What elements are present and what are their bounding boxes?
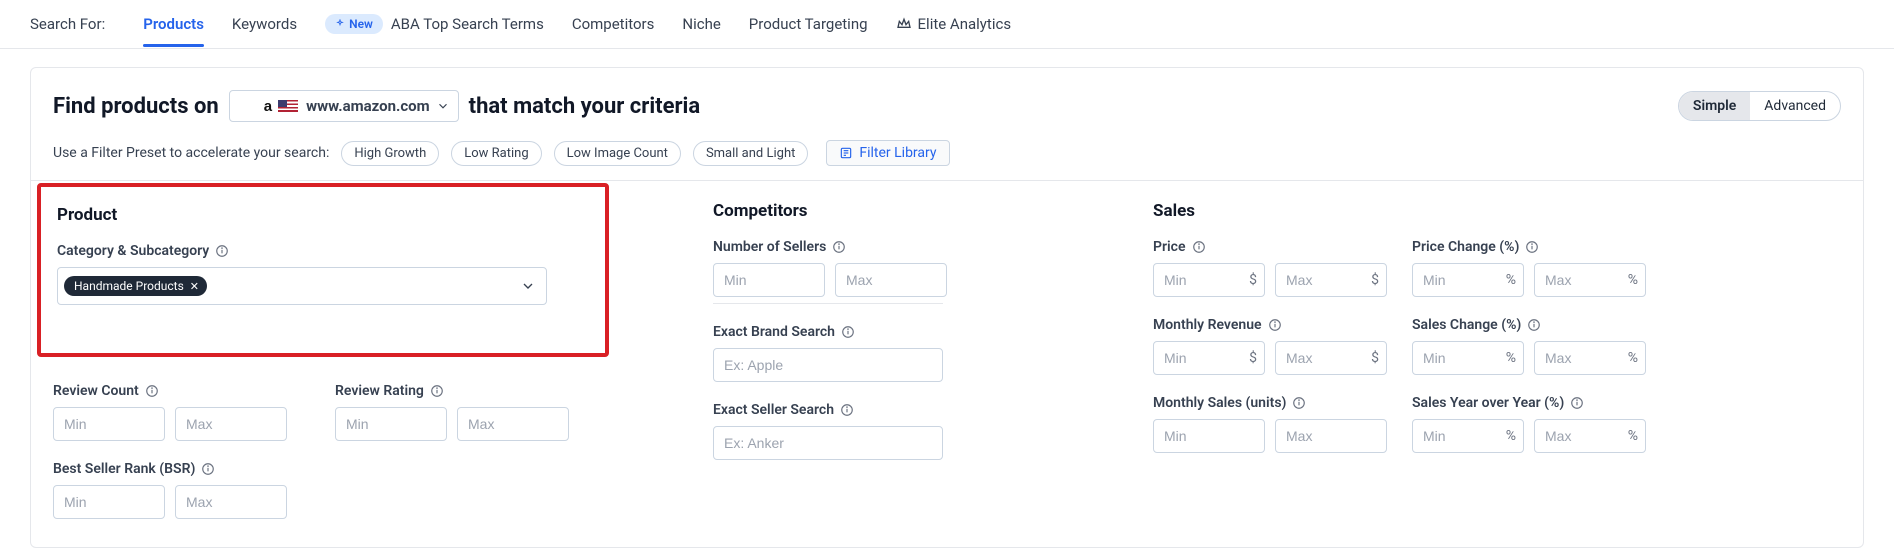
sales-section-title: Sales bbox=[1153, 201, 1493, 221]
price-label: Price bbox=[1153, 239, 1186, 255]
monthly-revenue-max[interactable] bbox=[1275, 341, 1387, 375]
filter-library-button[interactable]: Filter Library bbox=[826, 140, 949, 166]
chevron-down-icon bbox=[436, 99, 450, 113]
info-icon[interactable] bbox=[1292, 396, 1306, 410]
mode-switch: Simple Advanced bbox=[1678, 91, 1841, 121]
info-icon[interactable] bbox=[840, 403, 854, 417]
monthly-sales-min[interactable] bbox=[1153, 419, 1265, 453]
sales-change-max[interactable] bbox=[1534, 341, 1646, 375]
price-change-label: Price Change (%) bbox=[1412, 239, 1519, 255]
tab-keywords[interactable]: Keywords bbox=[232, 15, 297, 47]
tab-aba-label: ABA Top Search Terms bbox=[391, 15, 544, 33]
sales-yoy-label: Sales Year over Year (%) bbox=[1412, 395, 1564, 411]
search-for-label: Search For: bbox=[30, 15, 105, 47]
filters-grid: Product Category & Subcategory Handmade … bbox=[53, 181, 1841, 539]
review-rating-min[interactable] bbox=[335, 407, 447, 441]
info-icon[interactable] bbox=[430, 384, 444, 398]
tab-elite-label: Elite Analytics bbox=[918, 15, 1012, 33]
bsr-label: Best Seller Rank (BSR) bbox=[53, 461, 195, 477]
price-min[interactable] bbox=[1153, 263, 1265, 297]
category-tag: Handmade Products ✕ bbox=[64, 276, 207, 296]
sparkle-icon bbox=[335, 19, 345, 29]
crown-icon bbox=[896, 16, 912, 32]
filters-panel: Find products on a www.amazon.com that m… bbox=[30, 67, 1864, 548]
bsr-max[interactable] bbox=[175, 485, 287, 519]
title-pre: Find products on bbox=[53, 94, 219, 119]
info-icon[interactable] bbox=[841, 325, 855, 339]
category-label: Category & Subcategory bbox=[57, 243, 209, 259]
review-count-label: Review Count bbox=[53, 383, 139, 399]
exact-brand-input[interactable] bbox=[713, 348, 943, 382]
info-icon[interactable] bbox=[832, 240, 846, 254]
info-icon[interactable] bbox=[1192, 240, 1206, 254]
mode-advanced[interactable]: Advanced bbox=[1750, 92, 1840, 120]
num-sellers-min[interactable] bbox=[713, 263, 825, 297]
monthly-revenue-min[interactable] bbox=[1153, 341, 1265, 375]
preset-label: Use a Filter Preset to accelerate your s… bbox=[53, 145, 329, 161]
monthly-sales-label: Monthly Sales (units) bbox=[1153, 395, 1286, 411]
sales-change-min[interactable] bbox=[1412, 341, 1524, 375]
info-icon[interactable] bbox=[215, 244, 229, 258]
num-sellers-max[interactable] bbox=[835, 263, 947, 297]
category-select[interactable]: Handmade Products ✕ bbox=[57, 267, 547, 305]
chevron-down-icon bbox=[520, 278, 536, 294]
category-tag-label: Handmade Products bbox=[74, 279, 184, 293]
monthly-sales-max[interactable] bbox=[1275, 419, 1387, 453]
info-icon[interactable] bbox=[1570, 396, 1584, 410]
preset-low-rating[interactable]: Low Rating bbox=[451, 141, 541, 166]
bsr-min[interactable] bbox=[53, 485, 165, 519]
info-icon[interactable] bbox=[145, 384, 159, 398]
exact-seller-label: Exact Seller Search bbox=[713, 402, 834, 418]
competitors-section-title: Competitors bbox=[713, 201, 1033, 221]
preset-row: Use a Filter Preset to accelerate your s… bbox=[53, 140, 1841, 166]
exact-seller-input[interactable] bbox=[713, 426, 943, 460]
sales-yoy-min[interactable] bbox=[1412, 419, 1524, 453]
info-icon[interactable] bbox=[201, 462, 215, 476]
library-icon bbox=[839, 146, 853, 160]
review-count-max[interactable] bbox=[175, 407, 287, 441]
preset-low-image-count[interactable]: Low Image Count bbox=[554, 141, 681, 166]
review-rating-max[interactable] bbox=[457, 407, 569, 441]
preset-high-growth[interactable]: High Growth bbox=[341, 141, 439, 166]
tab-product-targeting[interactable]: Product Targeting bbox=[749, 15, 868, 47]
info-icon[interactable] bbox=[1525, 240, 1539, 254]
market-domain: www.amazon.com bbox=[306, 97, 430, 115]
tab-aba-top-search-terms[interactable]: New ABA Top Search Terms bbox=[325, 14, 544, 48]
info-icon[interactable] bbox=[1268, 318, 1282, 332]
sales-column: Sales Price $ $ bbox=[1153, 201, 1493, 539]
tab-elite-analytics[interactable]: Elite Analytics bbox=[896, 15, 1012, 47]
new-badge-text: New bbox=[349, 17, 373, 31]
product-section-title: Product bbox=[57, 205, 589, 225]
divider bbox=[713, 303, 943, 304]
sales-yoy-max[interactable] bbox=[1534, 419, 1646, 453]
review-count-min[interactable] bbox=[53, 407, 165, 441]
product-column: Product Category & Subcategory Handmade … bbox=[53, 201, 593, 539]
search-tabs: Search For: Products Keywords New ABA To… bbox=[0, 0, 1894, 49]
review-rating-label: Review Rating bbox=[335, 383, 424, 399]
info-icon[interactable] bbox=[1527, 318, 1541, 332]
exact-brand-label: Exact Brand Search bbox=[713, 324, 835, 340]
price-change-min[interactable] bbox=[1412, 263, 1524, 297]
page-title: Find products on a www.amazon.com that m… bbox=[53, 90, 700, 122]
new-badge: New bbox=[325, 14, 383, 34]
price-change-max[interactable] bbox=[1534, 263, 1646, 297]
preset-small-and-light[interactable]: Small and Light bbox=[693, 141, 808, 166]
price-max[interactable] bbox=[1275, 263, 1387, 297]
tab-competitors[interactable]: Competitors bbox=[572, 15, 655, 47]
filter-library-label: Filter Library bbox=[859, 145, 936, 161]
num-sellers-label: Number of Sellers bbox=[713, 239, 826, 255]
remove-category-icon[interactable]: ✕ bbox=[190, 280, 199, 293]
product-highlight-box: Product Category & Subcategory Handmade … bbox=[37, 183, 609, 357]
mode-simple[interactable]: Simple bbox=[1679, 92, 1750, 120]
competitors-column: Competitors Number of Sellers Exact Bran… bbox=[713, 201, 1033, 539]
market-select[interactable]: a www.amazon.com bbox=[229, 90, 459, 122]
sales-change-label: Sales Change (%) bbox=[1412, 317, 1521, 333]
amazon-a-icon: a bbox=[264, 98, 272, 115]
us-flag-icon bbox=[278, 100, 298, 112]
monthly-revenue-label: Monthly Revenue bbox=[1153, 317, 1262, 333]
tab-products[interactable]: Products bbox=[143, 15, 204, 47]
tab-niche[interactable]: Niche bbox=[682, 15, 720, 47]
title-post: that match your criteria bbox=[469, 94, 700, 119]
